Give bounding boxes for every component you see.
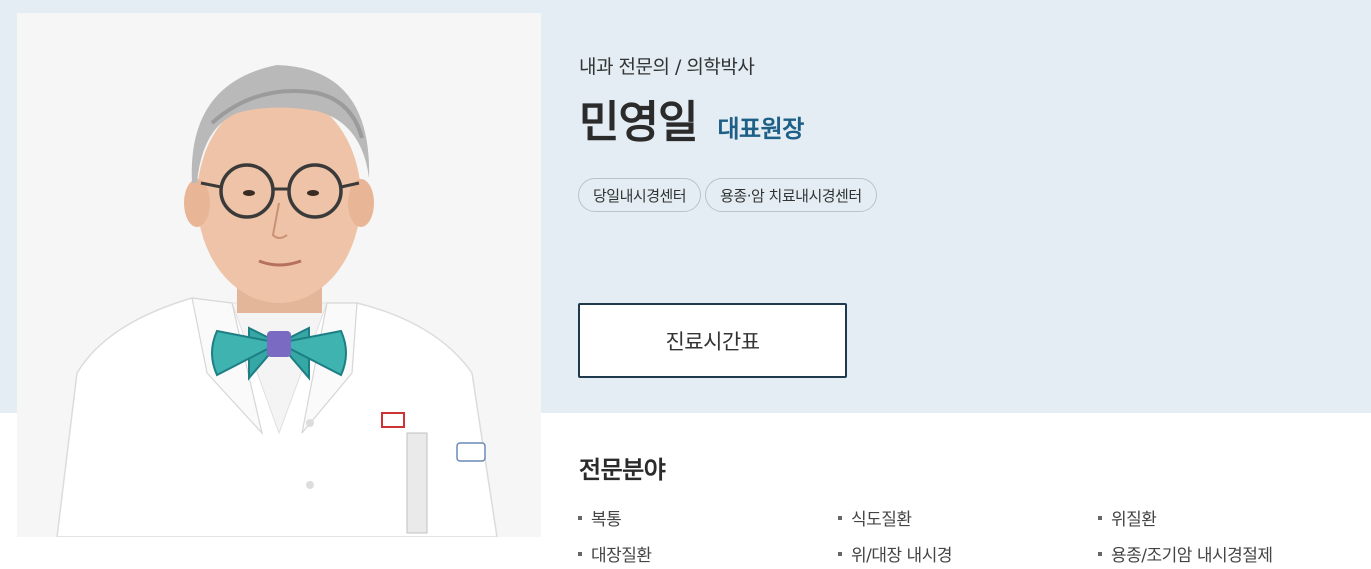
specialty-label: 식도질환 bbox=[851, 510, 912, 530]
specialty-item: 위/대장 내시경 bbox=[838, 541, 952, 566]
specialty-label: 위질환 bbox=[1111, 510, 1157, 530]
specialty-item: 복통 bbox=[578, 505, 622, 530]
doctor-name: 민영일 bbox=[579, 97, 698, 148]
doctor-subtitle: 내과 전문의 / 의학박사 bbox=[579, 56, 755, 78]
doctor-title: 대표원장 bbox=[717, 115, 804, 143]
center-tags: 당일내시경센터 용종·암 치료내시경센터 bbox=[578, 178, 877, 212]
bullet-icon bbox=[578, 515, 582, 520]
bullet-icon bbox=[1098, 551, 1102, 556]
specialty-item: 위질환 bbox=[1098, 505, 1157, 530]
specialty-item: 대장질환 bbox=[578, 541, 652, 566]
bullet-icon bbox=[838, 515, 842, 520]
tag-same-day-endoscopy[interactable]: 당일내시경센터 bbox=[578, 178, 702, 212]
doctor-portrait-icon bbox=[17, 13, 541, 537]
bullet-icon bbox=[578, 551, 582, 556]
doctor-photo bbox=[17, 13, 541, 537]
specialty-label: 복통 bbox=[591, 510, 622, 530]
specialty-label: 용종/조기암 내시경절제 bbox=[1111, 546, 1273, 566]
specialty-label: 대장질환 bbox=[591, 546, 652, 566]
bullet-icon bbox=[838, 551, 842, 556]
doctor-name-row: 민영일 대표원장 bbox=[579, 86, 804, 150]
specialty-label: 위/대장 내시경 bbox=[851, 546, 952, 566]
specialty-item: 용종/조기암 내시경절제 bbox=[1098, 541, 1273, 566]
schedule-button[interactable]: 진료시간표 bbox=[578, 303, 847, 378]
specialty-item: 식도질환 bbox=[838, 505, 912, 530]
tag-polyp-cancer-endoscopy[interactable]: 용종·암 치료내시경센터 bbox=[705, 178, 877, 212]
bullet-icon bbox=[1098, 515, 1102, 520]
specialties-heading: 전문분야 bbox=[579, 456, 666, 484]
